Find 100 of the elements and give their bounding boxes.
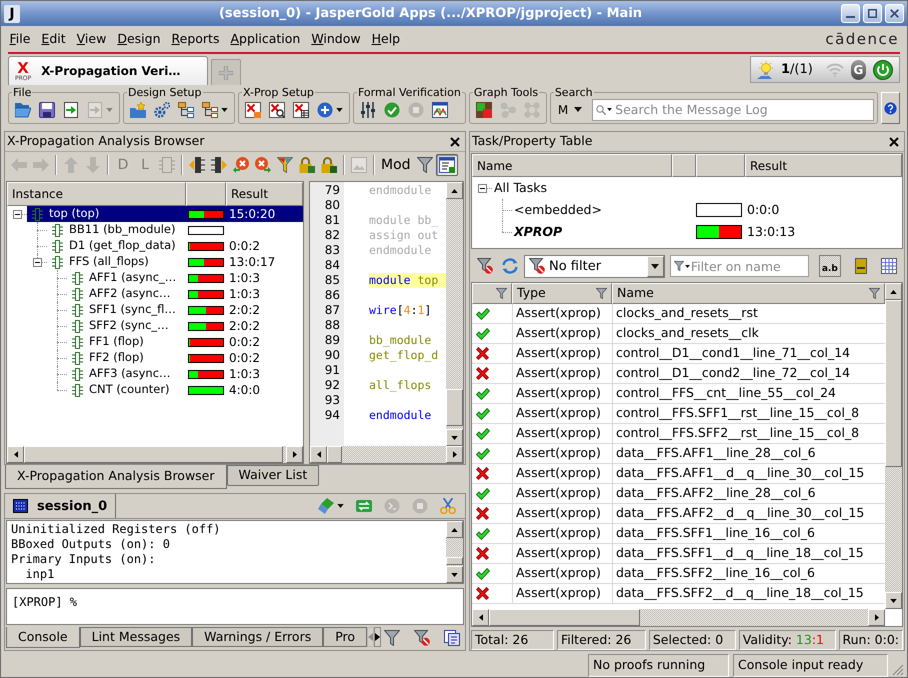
scroll-right-button[interactable] <box>286 446 303 463</box>
dropdown-button[interactable] <box>646 256 664 276</box>
name-filter-field[interactable]: Filter on name <box>670 255 809 277</box>
filter-dropdown[interactable]: No filter <box>524 254 665 278</box>
table-row[interactable]: Assert(xprop) data__FFS.SFF1__d__q__line_18__col_15 <box>472 544 885 564</box>
tree-row[interactable]: FFS (all_flops) 13:0:17 <box>47 254 303 270</box>
menu-item[interactable]: File <box>4 29 36 49</box>
table-row[interactable]: Assert(xprop) clocks_and_resets__clk <box>472 324 885 344</box>
toolbar-button[interactable] <box>474 255 496 277</box>
left-arrow-icon <box>316 451 320 458</box>
tree-row[interactable]: FF2 (flop) 0:0:2 <box>67 350 303 366</box>
scroll-left-button[interactable] <box>310 446 327 463</box>
scroll-down-button[interactable] <box>446 429 463 446</box>
scroll-down-button[interactable] <box>885 592 902 609</box>
search-field[interactable]: Search the Message Log <box>592 98 874 120</box>
collapse-icon[interactable] <box>12 210 22 218</box>
column-header[interactable] <box>186 182 226 206</box>
help-button[interactable] <box>881 92 900 124</box>
console-input-field[interactable]: [XPROP] % <box>6 588 464 625</box>
column-header[interactable] <box>672 154 696 177</box>
table-row[interactable]: Assert(xprop) data__FFS.SFF2__d__q__line_18__col_15 <box>472 584 885 604</box>
scrollbar-thumb[interactable] <box>446 557 463 565</box>
engine-button[interactable]: G <box>850 60 866 80</box>
tree-row[interactable]: FF1 (flop) 0:0:2 <box>67 334 303 350</box>
tab[interactable]: Console <box>6 627 80 648</box>
column-header[interactable]: Name <box>612 283 885 304</box>
tree-row[interactable]: top (top) 15:0:20 <box>27 206 303 222</box>
toolbar-text-button[interactable]: Mod <box>378 154 414 176</box>
close-window-button[interactable] <box>885 4 904 23</box>
status-cell: Selected: 0 <box>648 630 736 650</box>
left-arrow-icon <box>368 633 374 641</box>
column-header[interactable]: Type <box>512 283 612 304</box>
tab[interactable]: Pro <box>323 627 368 647</box>
line-number: 85 <box>324 273 341 288</box>
mode-dropdown[interactable]: M <box>554 98 586 120</box>
hierarchy-icon <box>202 102 218 118</box>
table-row[interactable]: Assert(xprop) data__FFS.SFF1__line_16__col_6 <box>472 524 885 544</box>
table-row[interactable]: Assert(xprop) data__FFS.AFF2__d__q__line_30__col_15 <box>472 504 885 524</box>
scrollbar-thumb[interactable] <box>327 446 342 463</box>
menu-item[interactable]: Reports <box>166 29 225 49</box>
column-header[interactable]: Result <box>226 182 303 206</box>
table-row[interactable]: Assert(xprop) data__FFS.AFF2__line_28__col_6 <box>472 484 885 504</box>
menu-item[interactable]: Edit <box>36 29 72 49</box>
scrollbar-thumb[interactable] <box>885 300 902 467</box>
minimize-button[interactable] <box>841 4 860 23</box>
table-row[interactable]: Assert(xprop) control__FFS.SFF2__rst__line_15__col_8 <box>472 424 885 444</box>
power-icon[interactable] <box>873 60 893 80</box>
scroll-tabs-right-button[interactable] <box>374 627 382 647</box>
close-icon <box>890 9 899 18</box>
close-button[interactable] <box>449 136 460 147</box>
scroll-left-button[interactable] <box>7 446 24 463</box>
table-row[interactable]: Assert(xprop) control__FFS__cnt__line_55__col_24 <box>472 384 885 404</box>
tree-row[interactable]: AFF3 (async… 1:0:3 <box>67 366 303 382</box>
toggle-button[interactable]: a.b <box>818 255 841 277</box>
tab[interactable]: Waiver List <box>226 465 320 486</box>
result-bar <box>696 203 742 217</box>
table-row[interactable]: Assert(xprop) control__D1__cond2__line_72__col_14 <box>472 364 885 384</box>
tree-row[interactable]: AFF1 (async_… 1:0:3 <box>67 270 303 286</box>
table-row[interactable]: Assert(xprop) control__FFS.SFF1__rst__line_15__col_8 <box>472 404 885 424</box>
table-row[interactable]: Assert(xprop) data__FFS.SFF2__line_16__col_6 <box>472 564 885 584</box>
scroll-left-button[interactable] <box>472 609 489 626</box>
table-row[interactable]: Assert(xprop) clocks_and_resets__rst <box>472 304 885 324</box>
scroll-down-button[interactable] <box>446 566 463 583</box>
table-row[interactable]: Assert(xprop) data__FFS.AFF1__d__q__line_30__col_15 <box>472 464 885 484</box>
menu-item[interactable]: View <box>71 29 112 49</box>
column-header[interactable] <box>696 154 745 177</box>
tab[interactable]: Lint Messages <box>80 627 192 647</box>
close-button[interactable] <box>888 136 899 147</box>
scroll-up-button[interactable] <box>446 521 463 538</box>
collapse-icon[interactable] <box>478 184 486 192</box>
tree-row[interactable]: SFF1 (sync_fl… 2:0:2 <box>67 302 303 318</box>
tree-row[interactable]: CNT (counter) 4:0:0 <box>67 382 303 398</box>
column-header[interactable]: Name <box>472 154 672 177</box>
panel-title: X-Propagation Analysis Browser <box>7 135 205 148</box>
menu-item[interactable]: Application <box>224 29 306 49</box>
menu-item[interactable]: Design <box>112 29 166 49</box>
menu-item[interactable]: Window <box>306 29 366 49</box>
scrollbar-thumb[interactable] <box>446 389 463 426</box>
column-header[interactable]: Result <box>745 154 902 177</box>
collapse-icon[interactable] <box>32 258 42 266</box>
maximize-button[interactable] <box>863 4 882 23</box>
tree-row[interactable]: SFF2 (sync_… 2:0:2 <box>67 318 303 334</box>
menu-item[interactable]: Help <box>366 29 406 49</box>
toolbar-button[interactable] <box>208 154 230 176</box>
tree-row[interactable]: AFF2 (async… 1:0:3 <box>67 286 303 302</box>
scrollbar-thumb[interactable] <box>489 609 640 626</box>
scroll-up-button[interactable] <box>446 182 463 199</box>
tree-row[interactable]: D1 (get_flop_data) 0:0:2 <box>47 238 303 254</box>
result-value: 0:0:2 <box>229 352 260 364</box>
column-header[interactable] <box>472 283 512 304</box>
tab[interactable]: Warnings / Errors <box>192 627 324 647</box>
table-row[interactable]: Assert(xprop) data__FFS.AFF1__line_28__col_6 <box>472 444 885 464</box>
tab[interactable]: X-Propagation Analysis Browser <box>5 465 227 489</box>
table-row[interactable]: Assert(xprop) control__D1__cond1__line_71__col_14 <box>472 344 885 364</box>
scroll-right-button[interactable] <box>446 446 463 463</box>
toolbar-button[interactable] <box>436 154 458 176</box>
scroll-up-button[interactable] <box>885 283 902 300</box>
tree-row[interactable]: BB11 (bb_module) <box>47 222 303 238</box>
scroll-right-button[interactable] <box>868 609 885 626</box>
column-header[interactable]: Instance <box>7 182 186 206</box>
